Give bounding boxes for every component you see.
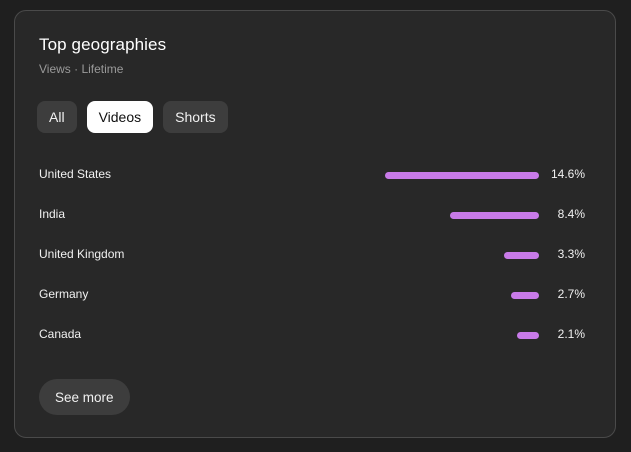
geography-row: Canada 2.1% <box>39 315 587 355</box>
percent-value: 3.3% <box>557 247 585 261</box>
country-label: United Kingdom <box>39 247 125 261</box>
top-geographies-card: Top geographies Views · Lifetime All Vid… <box>14 10 616 438</box>
percent-bar <box>450 212 539 219</box>
percent-value: 8.4% <box>557 207 585 221</box>
card-subtitle: Views · Lifetime <box>39 62 124 76</box>
country-label: Germany <box>39 287 89 301</box>
percent-value: 14.6% <box>550 167 585 181</box>
percent-bar <box>504 252 539 259</box>
geography-row: United Kingdom 3.3% <box>39 235 587 275</box>
card-title: Top geographies <box>39 35 167 54</box>
geography-row: United States 14.6% <box>39 155 587 195</box>
geography-row: Germany 2.7% <box>39 275 587 315</box>
filter-chip-shorts[interactable]: Shorts <box>163 101 228 133</box>
filter-chip-all[interactable]: All <box>37 101 77 133</box>
filter-chip-videos[interactable]: Videos <box>86 101 154 133</box>
percent-value: 2.1% <box>557 327 585 341</box>
filter-chips: All Videos Shorts <box>37 101 228 133</box>
percent-bar <box>517 332 539 339</box>
percent-value: 2.7% <box>557 287 585 301</box>
percent-bar <box>511 292 539 299</box>
country-label: India <box>39 207 66 221</box>
country-label: United States <box>39 167 112 181</box>
country-label: Canada <box>39 327 82 341</box>
percent-bar <box>385 172 539 179</box>
see-more-button[interactable]: See more <box>39 379 130 415</box>
geography-list: United States 14.6% India 8.4% United Ki… <box>39 155 587 355</box>
geography-row: India 8.4% <box>39 195 587 235</box>
